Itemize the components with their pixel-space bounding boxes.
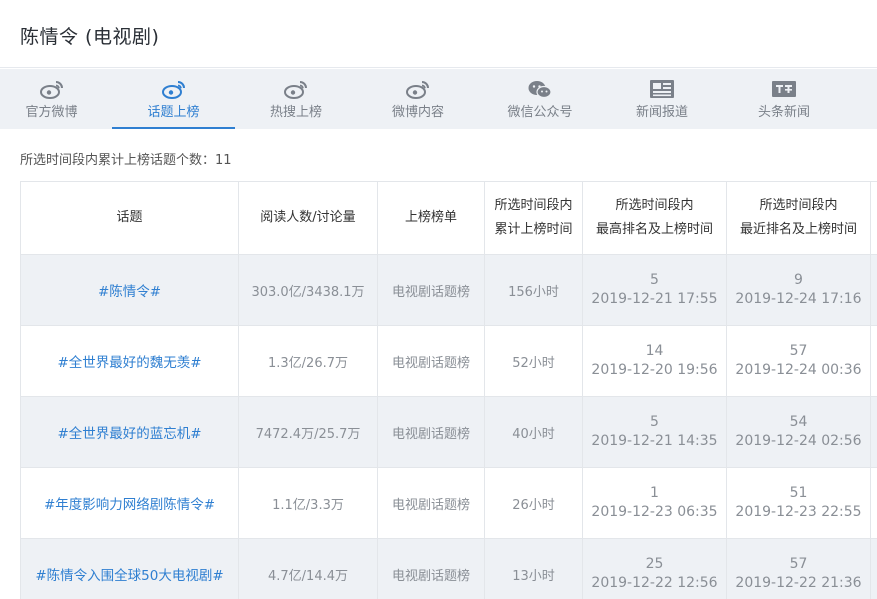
extra-cell <box>870 396 877 468</box>
tab-toutiao-news[interactable]: 头条新闻 <box>724 69 844 129</box>
tab-label: 头条新闻 <box>757 105 810 120</box>
recent-rank-cell: 54 2019-12-24 02:56 <box>726 396 871 468</box>
best-rank-cell: 5 2019-12-21 14:35 <box>582 396 727 468</box>
header-extra <box>870 181 877 255</box>
tab-label: 官方微博 <box>25 105 78 120</box>
header-board: 上榜榜单 <box>377 181 485 255</box>
reads-cell: 7472.4万/25.7万 <box>238 396 378 468</box>
header-hours: 所选时间段内 累计上榜时间 <box>484 181 583 255</box>
weibo-icon <box>39 81 63 99</box>
table-row: #年度影响力网络剧陈情令# 1.1亿/3.3万 电视剧话题榜 26小时 1 201… <box>20 467 877 539</box>
board-cell: 电视剧话题榜 <box>377 325 485 397</box>
topic-link[interactable]: #全世界最好的蓝忘机# <box>20 396 239 468</box>
tab-wechat-official[interactable]: 微信公众号 <box>480 69 600 129</box>
board-cell: 电视剧话题榜 <box>377 254 485 326</box>
tab-label: 微信公众号 <box>507 105 573 120</box>
topic-link[interactable]: #陈情令入围全球50大电视剧# <box>20 538 239 599</box>
best-rank-cell: 25 2019-12-22 12:56 <box>582 538 727 599</box>
tab-label: 微博内容 <box>391 105 444 120</box>
table-row: #陈情令入围全球50大电视剧# 4.7亿/14.4万 电视剧话题榜 13小时 2… <box>20 538 877 599</box>
table-header-row: 话题 阅读人数/讨论量 上榜榜单 所选时间段内 累计上榜时间 所选时间段内 最高排名… <box>20 181 877 255</box>
hours-cell: 40小时 <box>484 396 583 468</box>
hours-cell: 156小时 <box>484 254 583 326</box>
recent-rank-cell: 57 2019-12-22 21:36 <box>726 538 871 599</box>
best-rank-cell: 5 2019-12-21 17:55 <box>582 254 727 326</box>
tab-hot-search[interactable]: 热搜上榜 <box>236 69 356 129</box>
tab-topic-ranking[interactable]: 话题上榜 <box>112 69 235 129</box>
recent-rank-cell: 57 2019-12-24 00:36 <box>726 325 871 397</box>
header-best-rank: 所选时间段内 最高排名及上榜时间 <box>582 181 727 255</box>
table-row: #全世界最好的蓝忘机# 7472.4万/25.7万 电视剧话题榜 40小时 52… <box>20 396 877 468</box>
board-cell: 电视剧话题榜 <box>377 467 485 539</box>
header-topic: 话题 <box>20 181 239 255</box>
best-rank-cell: 1 2019-12-23 06:35 <box>582 467 727 539</box>
recent-rank-cell: 9 2019-12-24 17:16 <box>726 254 871 326</box>
weibo-icon <box>284 81 307 99</box>
best-rank-cell: 14 2019-12-20 19:56 <box>582 325 727 397</box>
hours-cell: 13小时 <box>484 538 583 599</box>
board-cell: 电视剧话题榜 <box>377 538 485 599</box>
extra-cell <box>870 467 877 539</box>
recent-rank-cell: 51 2019-12-23 22:55 <box>726 467 871 539</box>
reads-cell: 4.7亿/14.4万 <box>238 538 378 599</box>
table-row: #陈情令# 303.0亿/3438.1万 电视剧话题榜 156小时 5 2019-… <box>20 254 877 326</box>
topic-link[interactable]: #全世界最好的魏无羡# <box>20 325 239 397</box>
tab-news-reports[interactable]: 新闻报道 <box>602 69 722 129</box>
tab-official-weibo[interactable]: 官方微博 <box>0 69 103 129</box>
tab-weibo-content[interactable]: 微博内容 <box>357 69 479 129</box>
hours-cell: 52小时 <box>484 325 583 397</box>
topic-count-summary: 所选时间段内累计上榜话题个数：11 <box>20 153 232 168</box>
wechat-icon <box>528 81 552 99</box>
weibo-icon <box>406 81 429 99</box>
extra-cell <box>870 254 877 326</box>
board-cell: 电视剧话题榜 <box>377 396 485 468</box>
title-bar: 陈情令 (电视剧) <box>0 0 877 68</box>
tab-bar: 官方微博 话题上榜 热搜上榜 微博内容 微信公众号 新闻报道 头条新闻 <box>0 69 877 129</box>
tab-label: 热搜上榜 <box>269 105 322 120</box>
extra-cell <box>870 538 877 599</box>
topic-link[interactable]: #陈情令# <box>20 254 239 326</box>
topic-ranking-table: 话题 阅读人数/讨论量 上榜榜单 所选时间段内 累计上榜时间 所选时间段内 最高排名… <box>20 181 877 599</box>
tab-label: 话题上榜 <box>147 105 200 120</box>
table-row: #全世界最好的魏无羡# 1.3亿/26.7万 电视剧话题榜 52小时 14 201… <box>20 325 877 397</box>
reads-cell: 1.3亿/26.7万 <box>238 325 378 397</box>
toutiao-icon <box>772 81 796 97</box>
reads-cell: 1.1亿/3.3万 <box>238 467 378 539</box>
page-title: 陈情令 (电视剧) <box>20 26 160 48</box>
weibo-icon <box>161 81 185 99</box>
hours-cell: 26小时 <box>484 467 583 539</box>
header-recent-rank: 所选时间段内 最近排名及上榜时间 <box>726 181 871 255</box>
news-icon <box>650 80 674 98</box>
reads-cell: 303.0亿/3438.1万 <box>238 254 378 326</box>
header-reads: 阅读人数/讨论量 <box>238 181 378 255</box>
tab-label: 新闻报道 <box>635 105 688 120</box>
topic-link[interactable]: #年度影响力网络剧陈情令# <box>20 467 239 539</box>
extra-cell <box>870 325 877 397</box>
